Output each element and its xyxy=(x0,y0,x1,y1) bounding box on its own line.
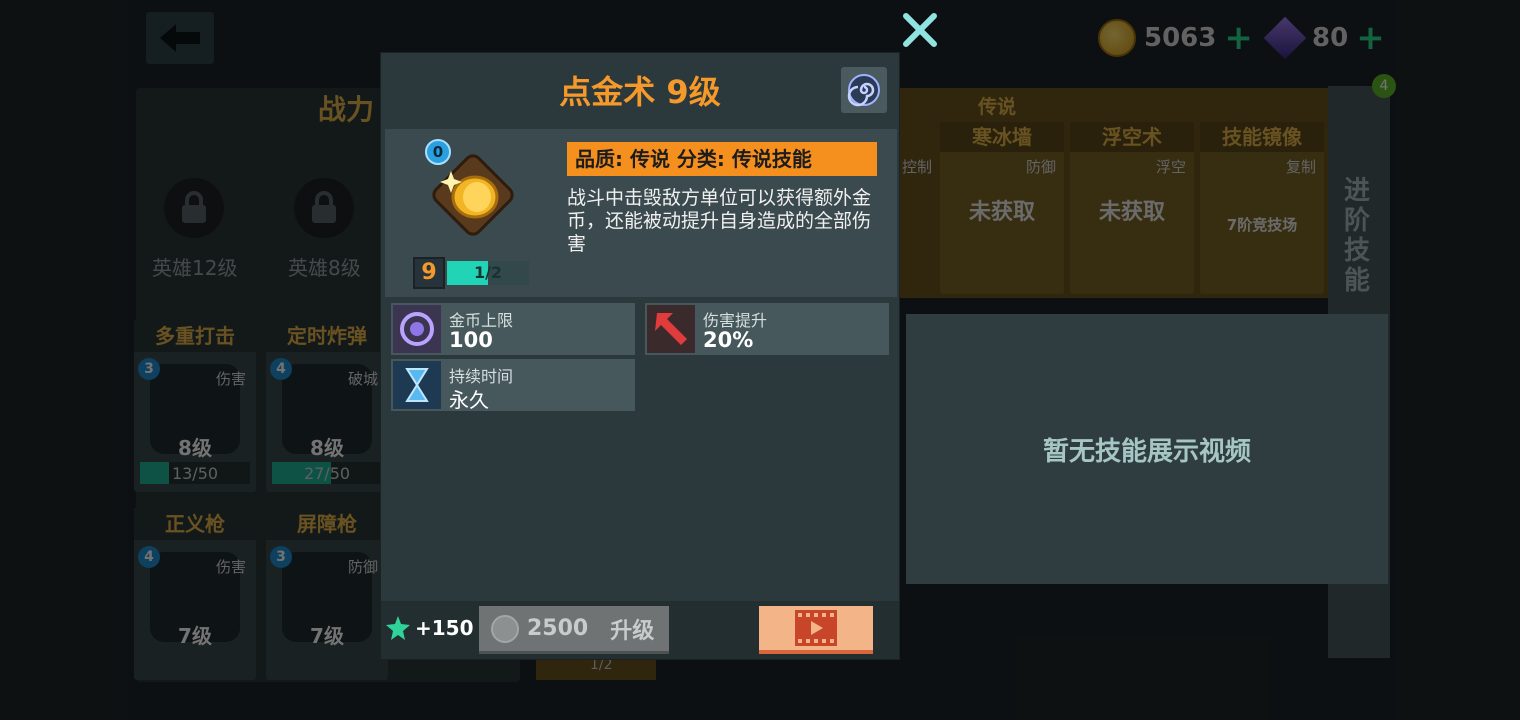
rank-badge: 4 xyxy=(270,358,292,380)
skill-tag: 防御 xyxy=(1025,158,1056,176)
back-button[interactable] xyxy=(146,12,214,64)
skill-card-name: 多重打击 xyxy=(134,320,256,352)
skill-tag: 伤害 xyxy=(215,370,246,388)
rank-badge: 3 xyxy=(138,358,160,380)
skill-tag: 浮空 xyxy=(1155,158,1186,176)
skill-card-mirror[interactable]: 技能镜像 复制 7阶竞技场 xyxy=(1200,122,1324,294)
video-placeholder-text: 暂无技能展示视频 xyxy=(1042,436,1251,467)
rank-badge: 3 xyxy=(270,546,292,568)
modal-title: 点金术 9级 xyxy=(559,73,721,111)
skill-unlock-requirement: 7阶竞技场 xyxy=(1226,216,1298,234)
stat-value: 永久 xyxy=(449,388,489,412)
skill-tag: 防御 xyxy=(347,558,378,576)
locked-slot-2[interactable] xyxy=(294,178,354,238)
damage-up-icon xyxy=(647,305,695,353)
skill-card-barrier-gun[interactable]: 屏障枪 3 防御 7级 xyxy=(266,508,388,680)
xp-reward: +150 xyxy=(385,615,474,641)
add-gem-button[interactable]: + xyxy=(1356,18,1385,58)
skill-tag: 伤害 xyxy=(215,558,246,576)
skill-card-ice-wall[interactable]: 寒冰墙 防御 未获取 xyxy=(940,122,1064,294)
locked-slot-2-label: 英雄8级 xyxy=(288,256,361,280)
lock-icon xyxy=(182,191,206,223)
skill-level: 7级 xyxy=(178,624,212,648)
rank-badge: 0 xyxy=(425,139,451,165)
skill-progress-text: 13/50 xyxy=(171,464,219,483)
skill-level: 8级 xyxy=(178,436,212,460)
skill-card-time-bomb[interactable]: 定时炸弹 4 破城 8级 27/50 xyxy=(266,320,388,492)
skill-card-multi-strike[interactable]: 多重打击 3 伤害 8级 13/50 xyxy=(134,320,256,492)
skill-card-levitate[interactable]: 浮空术 浮空 未获取 xyxy=(1070,122,1194,294)
lock-icon xyxy=(312,191,336,223)
xp-value: +150 xyxy=(415,616,474,640)
skill-card-name: 屏障枪 xyxy=(266,508,388,540)
green-star-icon xyxy=(386,616,410,640)
skill-tag: 破城 xyxy=(347,370,378,388)
add-gold-button[interactable]: + xyxy=(1224,18,1253,58)
skill-level-badge: 9 xyxy=(413,257,445,289)
close-button[interactable] xyxy=(898,8,942,52)
notification-badge: 4 xyxy=(1372,74,1396,98)
coin-icon xyxy=(491,614,519,643)
coin-limit-icon xyxy=(393,305,441,353)
skill-status: 未获取 xyxy=(968,200,1035,225)
quality-category-banner: 品质: 传说 分类: 传说技能 xyxy=(567,142,877,176)
skill-card-justice-gun[interactable]: 正义枪 4 伤害 7级 xyxy=(134,508,256,680)
video-play-icon xyxy=(795,610,837,646)
skill-info-box: 0 9 1/2 品质: 传说 分类: 传说技能 战斗中击毁敌方单位可以获得额外金… xyxy=(385,129,897,297)
rank-info-button[interactable] xyxy=(841,67,887,113)
back-arrow-icon xyxy=(160,24,200,52)
upgrade-button[interactable]: 2500 升级 xyxy=(479,606,669,654)
gem-value: 80 xyxy=(1312,23,1349,53)
legend-header: 传说 xyxy=(978,96,1017,118)
stat-gold-limit: 金币上限 100 xyxy=(391,303,635,355)
skill-status: 未获取 xyxy=(1098,200,1165,225)
skill-card-name: 正义枪 xyxy=(134,508,256,540)
skill-detail-modal: 点金术 9级 0 9 1/2 品质: 传说 分类: 传说技能 战斗中击毁敌方单位… xyxy=(380,52,900,660)
skill-progress-bar: 1/2 xyxy=(447,261,529,285)
spiral-icon xyxy=(847,74,880,107)
stat-value: 100 xyxy=(449,328,493,352)
upgrade-label: 升级 xyxy=(610,618,655,644)
locked-slot-1-label: 英雄12级 xyxy=(152,256,238,280)
left-panel-title: 战力 xyxy=(318,93,375,126)
hourglass-icon xyxy=(393,361,441,409)
advanced-skills-label: 进阶技能 xyxy=(1344,176,1371,296)
gold-counter: 5063 + xyxy=(1098,16,1253,60)
gold-value: 5063 xyxy=(1144,23,1217,53)
modal-footer: +150 2500 升级 xyxy=(381,601,899,659)
gem-counter: 80 + xyxy=(1263,16,1385,60)
skill-card-name: 寒冰墙 xyxy=(940,122,1064,152)
skill-description: 战斗中击毁敌方单位可以获得额外金币，还能被动提升自身造成的全部伤害 xyxy=(567,187,872,255)
skill-video-panel: 暂无技能展示视频 xyxy=(906,314,1388,584)
rank-badge: 4 xyxy=(138,546,160,568)
locked-slot-1[interactable] xyxy=(164,178,224,238)
close-icon xyxy=(903,13,937,47)
stat-value: 20% xyxy=(703,328,754,352)
skill-level: 8级 xyxy=(310,436,344,460)
gem-icon xyxy=(1263,16,1307,60)
skill-level: 7级 xyxy=(310,624,344,648)
partial-card-tag: 控制 xyxy=(902,158,933,176)
skill-card-name: 技能镜像 xyxy=(1200,122,1324,152)
watch-video-button[interactable] xyxy=(759,606,873,654)
upgrade-cost: 2500 xyxy=(527,616,589,641)
skill-tag: 复制 xyxy=(1285,158,1316,176)
skill-progress-text: 1/2 xyxy=(473,263,503,282)
skill-card-name: 定时炸弹 xyxy=(266,320,388,352)
gold-coin-icon xyxy=(1098,19,1136,57)
stat-duration: 持续时间 永久 xyxy=(391,359,635,412)
stat-damage-boost: 伤害提升 20% xyxy=(645,303,889,355)
skill-card-name: 浮空术 xyxy=(1070,122,1194,152)
skill-progress-text: 27/50 xyxy=(303,464,351,483)
